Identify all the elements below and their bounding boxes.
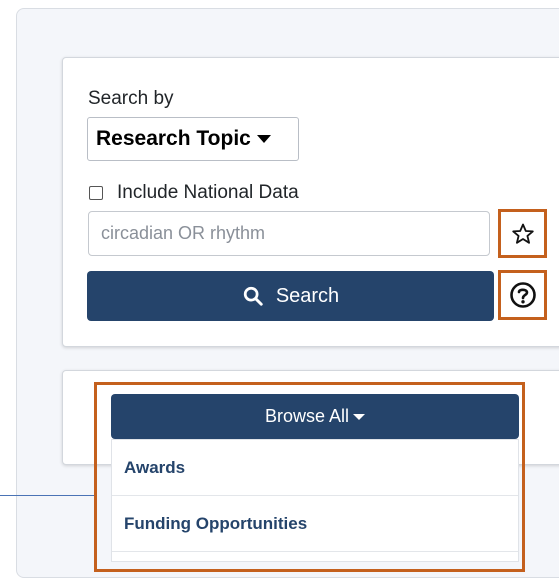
save-search-button[interactable]: [498, 209, 547, 258]
search-button[interactable]: Search: [87, 271, 494, 321]
search-type-select[interactable]: Research Topic: [87, 117, 299, 161]
annotation-pointer-line: [0, 495, 95, 496]
browse-highlight-box: [94, 382, 525, 572]
search-button-label: Search: [275, 284, 340, 307]
magnifier-icon: [243, 286, 263, 306]
question-circle-icon: [509, 282, 536, 308]
search-by-label: Search by: [88, 88, 174, 109]
include-national-data-checkbox[interactable]: [89, 186, 103, 200]
caret-down-icon: [256, 135, 271, 143]
include-national-data-option[interactable]: Include National Data: [89, 182, 299, 204]
search-help-button[interactable]: [498, 270, 547, 320]
include-national-data-label: Include National Data: [117, 182, 299, 203]
search-query-input[interactable]: [88, 211, 490, 256]
search-type-select-value: Research Topic: [96, 127, 251, 150]
star-outline-icon: [511, 223, 534, 244]
